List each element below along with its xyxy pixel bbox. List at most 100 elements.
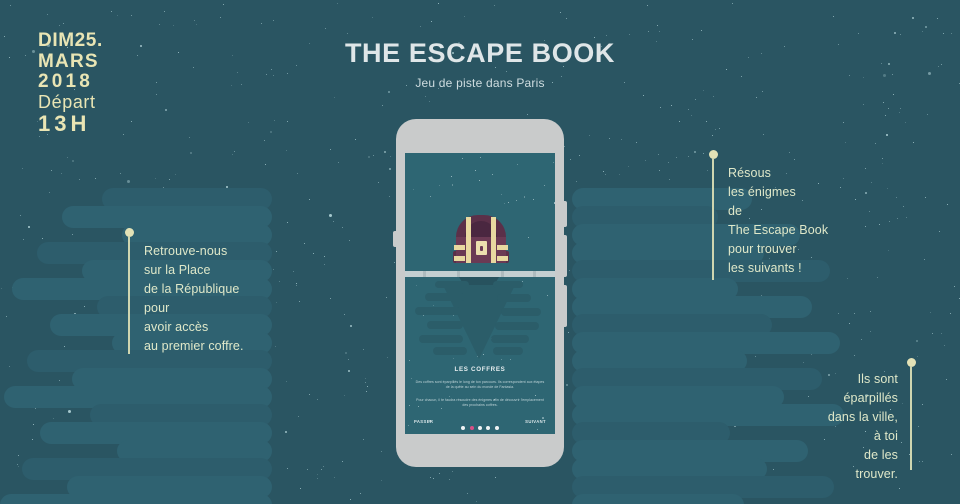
screen-star-dot <box>412 188 415 191</box>
star-dot <box>703 90 705 92</box>
star-dot <box>16 463 18 465</box>
star-dot <box>321 468 323 470</box>
star-dot <box>464 16 466 18</box>
callout-bottom: Ils sont éparpillés dans la ville, à toi… <box>760 358 916 481</box>
star-dot <box>703 152 704 154</box>
star-dot <box>359 492 361 494</box>
star-dot <box>231 496 233 498</box>
phone-button-volume-down[interactable] <box>564 285 567 327</box>
star-dot <box>37 468 39 470</box>
star-dot <box>744 318 746 320</box>
phone-button-volume-up[interactable] <box>564 235 567 277</box>
star-dot <box>381 105 383 106</box>
star-dot <box>183 493 185 495</box>
pagination-dot-active[interactable] <box>469 425 474 430</box>
star-dot <box>387 357 389 359</box>
star-dot <box>325 27 326 29</box>
star-dot <box>838 312 840 314</box>
star-dot <box>919 460 921 462</box>
star-dot <box>54 327 56 329</box>
star-dot <box>646 5 648 7</box>
star-dot <box>195 24 197 26</box>
star-dot <box>286 381 288 382</box>
pagination-dot[interactable] <box>478 425 482 430</box>
star-dot <box>368 156 370 159</box>
star-dot <box>347 33 349 35</box>
star-dot <box>189 151 192 154</box>
star-dot <box>690 114 692 116</box>
phone-mockup: LES COFFRES Des coffres sont éparpillés … <box>393 119 567 467</box>
star-dot <box>19 388 21 390</box>
callout-right: Résous les énigmes de The Escape Book po… <box>708 150 902 284</box>
star-dot <box>28 399 30 401</box>
screen-star-dot <box>528 236 529 238</box>
star-dot <box>38 136 40 138</box>
screen-star-dot <box>553 161 555 163</box>
star-dot <box>714 426 716 428</box>
star-dot <box>384 150 387 153</box>
star-dot <box>330 148 332 150</box>
pagination-dot[interactable] <box>461 425 466 430</box>
pagination-dot[interactable] <box>486 425 491 430</box>
star-dot <box>52 428 54 430</box>
star-dot <box>580 229 582 231</box>
star-dot <box>660 296 662 298</box>
phone-button-silent[interactable] <box>393 231 396 247</box>
star-dot <box>950 33 952 35</box>
star-dot <box>597 405 599 407</box>
callout-left: Retrouve-nous sur la Place de la Républi… <box>124 228 308 358</box>
star-dot <box>22 238 24 240</box>
star-dot <box>175 174 177 176</box>
star-dot <box>660 106 661 108</box>
star-dot <box>187 385 189 386</box>
star-dot <box>726 492 729 494</box>
phone-button-power[interactable] <box>564 201 567 227</box>
star-dot <box>55 293 56 295</box>
star-dot <box>586 201 588 202</box>
star-dot <box>285 149 287 151</box>
star-dot <box>718 128 720 129</box>
star-dot <box>695 98 697 100</box>
screen-star-dot <box>515 200 517 202</box>
star-dot <box>111 405 113 407</box>
phone-screen: LES COFFRES Des coffres sont éparpillés … <box>405 153 555 434</box>
star-dot <box>912 16 914 19</box>
star-dot <box>210 428 212 430</box>
screen-paragraph-1: Des coffres sont éparpillés le long de t… <box>415 380 545 390</box>
star-dot <box>306 468 308 470</box>
star-dot <box>62 23 64 25</box>
star-dot <box>21 168 23 170</box>
star-dot <box>364 382 366 384</box>
star-dot <box>78 178 80 180</box>
next-button[interactable]: SUIVANT <box>525 419 546 424</box>
star-dot <box>347 358 349 360</box>
pagination-dot[interactable] <box>494 425 499 430</box>
star-dot <box>639 318 641 319</box>
screen-star-dot <box>523 196 526 198</box>
star-dot <box>16 496 18 498</box>
star-dot <box>863 103 864 105</box>
star-dot <box>569 269 571 271</box>
screen-star-dot <box>451 176 453 178</box>
star-dot <box>579 154 581 156</box>
star-dot <box>687 109 689 111</box>
star-dot <box>582 273 584 276</box>
star-dot <box>679 121 681 122</box>
star-dot <box>50 170 52 172</box>
star-dot <box>904 121 906 123</box>
star-dot <box>249 194 252 197</box>
star-dot <box>893 32 896 35</box>
star-dot <box>939 230 941 232</box>
star-dot <box>452 470 454 472</box>
star-dot <box>735 454 737 456</box>
star-dot <box>600 206 602 208</box>
star-dot <box>712 134 714 136</box>
cloud-lobe <box>4 386 272 408</box>
star-dot <box>74 313 77 316</box>
star-dot <box>842 122 844 124</box>
star-dot <box>762 91 763 93</box>
star-dot <box>115 376 117 378</box>
star-dot <box>297 172 299 174</box>
star-dot <box>902 205 904 207</box>
star-dot <box>388 90 391 93</box>
